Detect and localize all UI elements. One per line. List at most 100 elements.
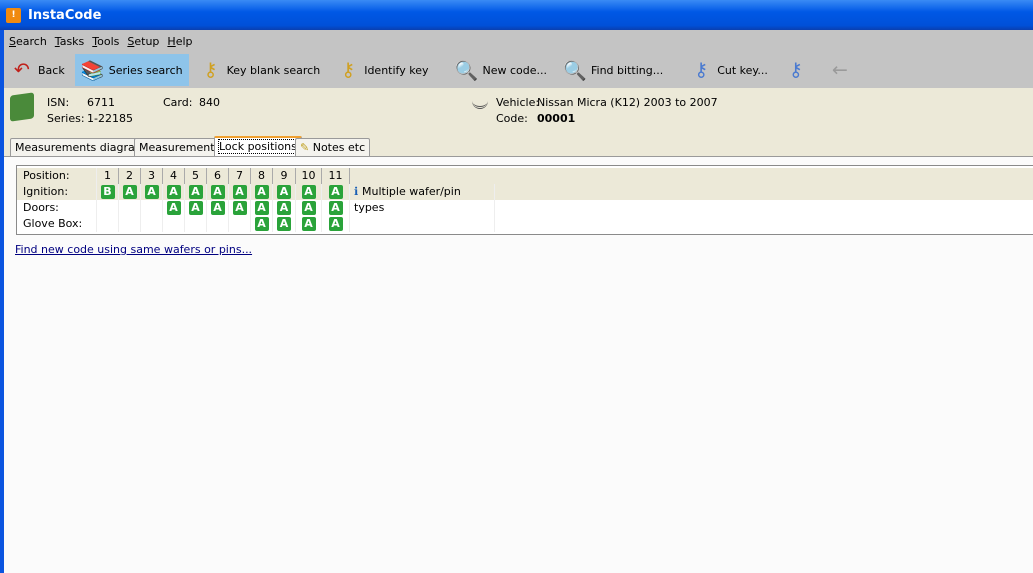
position-cell <box>185 216 207 232</box>
isn-label: ISN: <box>47 96 70 109</box>
wafer-badge: A <box>301 217 316 231</box>
lock-positions-grid: Position: 1 2 3 4 5 6 7 8 9 10 11 Ignition: B A A A A A A A A… <box>16 165 1033 235</box>
toolbar-label: Cut key... <box>717 63 768 77</box>
wafer-badge: A <box>277 201 291 215</box>
wafer-badge: A <box>277 185 291 199</box>
tab-notes-etc[interactable]: ✎ Notes etc <box>295 138 371 157</box>
menu-search[interactable]: Search <box>9 35 47 48</box>
find-bitting-icon: 🔍 <box>563 59 587 82</box>
key-compare-button[interactable]: ⚷ <box>778 54 818 86</box>
find-bitting-button[interactable]: 🔍 Find bitting... <box>557 54 669 86</box>
card-label: Card: <box>163 96 193 109</box>
wafer-badge: A <box>301 201 316 215</box>
position-cell <box>119 200 141 216</box>
menu-tasks[interactable]: Tasks <box>55 35 84 48</box>
tab-label: Notes etc <box>312 141 366 154</box>
lock-label: Glove Box: <box>17 216 97 232</box>
isn-value: 6711 <box>87 96 115 109</box>
menu-tools[interactable]: Tools <box>92 35 119 48</box>
code-value: 00001 <box>537 112 576 125</box>
position-number: 2 <box>119 168 141 184</box>
card-value: 840 <box>199 96 220 109</box>
position-cell: A <box>296 184 322 200</box>
wafer-badge: A <box>166 185 181 199</box>
wafer-badge: A <box>122 185 137 199</box>
menu-bar: Search Tasks Tools Setup Help <box>4 30 1033 52</box>
position-cell: A <box>273 216 296 232</box>
menu-setup[interactable]: Setup <box>127 35 159 48</box>
wafer-badge: A <box>277 217 291 231</box>
tab-lock-positions[interactable]: Lock positions <box>214 136 302 156</box>
position-number: 9 <box>273 168 296 184</box>
books-icon: 📚 <box>80 59 105 82</box>
lock-row: Ignition: B A A A A A A A A A Aℹ Multiple wafer/pin… <box>17 184 1033 214</box>
cut-key-button[interactable]: ⚷ Cut key... <box>683 54 774 86</box>
position-cell <box>97 200 119 216</box>
wafer-badge: A <box>188 185 203 199</box>
position-cell: A <box>163 200 185 216</box>
lock-row: Doors: A A A A A A A A <box>17 200 1033 216</box>
series-search-button[interactable]: 📚 Series search <box>74 54 189 86</box>
forward-disabled-icon: ← <box>831 59 848 81</box>
position-cell <box>163 216 185 232</box>
position-cell: A <box>251 200 273 216</box>
position-cell: A <box>322 216 350 232</box>
wafer-badge: A <box>210 185 225 199</box>
toolbar: ↶ Back 📚 Series search ⚷ Key blank search ⚷ Ide… <box>4 52 1033 88</box>
note-cell <box>350 200 495 216</box>
wafer-badge: A <box>166 201 181 215</box>
wafer-badge: A <box>254 201 269 215</box>
book-icon <box>10 92 34 122</box>
tab-label: Lock positions <box>218 139 298 154</box>
position-cell: A <box>207 184 229 200</box>
info-panel: ISN: 6711 Card: 840 Series: 1-22185 Vehi… <box>4 88 1033 136</box>
note-cell <box>350 216 495 232</box>
position-number: 6 <box>207 168 229 184</box>
position-cell: A <box>296 200 322 216</box>
position-cell: A <box>229 200 251 216</box>
info-icon: ℹ <box>354 185 363 198</box>
position-number: 1 <box>97 168 119 184</box>
position-cell: A <box>185 184 207 200</box>
lock-label: Ignition: <box>17 184 97 200</box>
position-cell: A <box>251 184 273 200</box>
menu-help[interactable]: Help <box>167 35 192 48</box>
toolbar-label: New code... <box>482 63 547 77</box>
wafer-badge: A <box>232 185 247 199</box>
toolbar-label: Series search <box>108 63 183 77</box>
series-label: Series: <box>47 112 85 125</box>
position-cell: A <box>273 200 296 216</box>
title-bar: ! InstaCode <box>0 0 1033 30</box>
key-compare-icon: ⚷ <box>788 59 803 81</box>
position-cell <box>207 216 229 232</box>
position-number: 8 <box>251 168 273 184</box>
wafer-badge: A <box>328 201 343 215</box>
position-cell: A <box>185 200 207 216</box>
position-cell: A <box>322 184 350 200</box>
position-cell: A <box>322 200 350 216</box>
wafer-badge: A <box>254 217 269 231</box>
position-cell: A <box>163 184 185 200</box>
back-button[interactable]: ↶ Back <box>4 54 71 86</box>
vehicle-icon <box>472 95 488 109</box>
identify-key-button[interactable]: ⚷ Identify key <box>330 54 434 86</box>
new-code-button[interactable]: 🔍 New code... <box>448 54 553 86</box>
code-label: Code: <box>496 112 528 125</box>
back-arrow-icon: ↶ <box>14 59 30 81</box>
notes-icon: ✎ <box>300 141 313 154</box>
position-number: 11 <box>322 168 350 184</box>
wafer-badge: B <box>100 185 115 199</box>
wafer-badge: A <box>301 185 316 199</box>
forward-disabled-button[interactable]: ← <box>822 54 862 86</box>
find-new-code-link[interactable]: Find new code using same wafers or pins.… <box>15 243 252 256</box>
keys-icon: ⚷ <box>203 59 218 81</box>
tab-measurements[interactable]: Measurements <box>134 138 226 157</box>
window-title: InstaCode <box>28 7 102 23</box>
tab-measurements-diagram[interactable]: Measurements diagram <box>10 138 151 157</box>
vehicle-value: Nissan Micra (K12) 2003 to 2007 <box>537 96 718 109</box>
key-blank-search-button[interactable]: ⚷ Key blank search <box>193 54 327 86</box>
cut-key-icon: ⚷ <box>694 59 709 81</box>
position-number: 7 <box>229 168 251 184</box>
wafer-badge: A <box>328 185 343 199</box>
position-cell <box>119 216 141 232</box>
